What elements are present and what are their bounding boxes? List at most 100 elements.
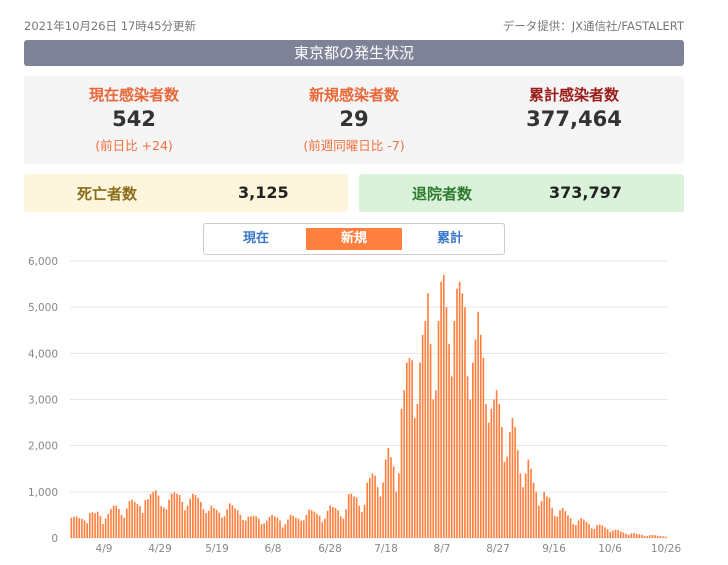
bar <box>355 497 358 538</box>
bar <box>429 344 432 538</box>
bar <box>403 390 405 538</box>
bar <box>218 512 221 538</box>
bar <box>192 493 194 538</box>
bar <box>416 404 419 538</box>
x-axis-ticks: 4/9 4/29 5/19 6/8 6/28 7/18 8/7 8/27 9/16 10/6 10/… <box>96 543 682 555</box>
bar <box>477 311 479 538</box>
bar <box>392 466 395 538</box>
current-cases-stat: 現在感染者数 542 (前日比 +24) <box>24 84 244 154</box>
x-tick-label: 9/16 <box>542 543 566 555</box>
x-tick-label: 4/29 <box>148 543 172 555</box>
total-cases-stat: 累計感染者数 377,464 <box>464 84 684 131</box>
chart-bars <box>70 274 667 539</box>
bar <box>273 516 276 538</box>
bar <box>514 427 516 538</box>
bar <box>538 505 540 538</box>
bar <box>308 509 310 538</box>
bar <box>210 505 213 538</box>
bar <box>297 518 300 538</box>
bar <box>427 293 429 538</box>
bar <box>662 536 664 538</box>
bar <box>279 520 281 538</box>
bar <box>255 516 258 538</box>
update-bar: 2021年10月26日 17時45分更新 データ提供：JX通信社/FASTALE… <box>24 18 684 36</box>
bar <box>590 528 593 538</box>
bar <box>152 491 155 538</box>
bar <box>78 518 81 538</box>
bar <box>358 505 361 538</box>
bar <box>575 525 577 538</box>
bar <box>366 482 368 538</box>
bar <box>104 518 107 538</box>
bar <box>376 487 379 538</box>
bar <box>265 520 268 538</box>
bar <box>664 536 667 538</box>
new-cases-change: (前週同曜日比 -7) <box>303 138 405 153</box>
bar <box>503 461 506 538</box>
tab-total[interactable]: 累計 <box>402 228 498 250</box>
bar <box>604 527 606 538</box>
bar <box>110 508 112 538</box>
data-source: データ提供：JX通信社/FASTALERT <box>502 19 684 33</box>
bar <box>567 515 569 538</box>
bar <box>395 491 398 538</box>
bar <box>387 447 390 538</box>
bar <box>435 390 437 538</box>
bar <box>313 511 316 538</box>
bar <box>614 529 617 538</box>
bar <box>81 518 83 538</box>
bar <box>141 513 144 538</box>
bar <box>131 499 133 538</box>
bar <box>345 509 347 538</box>
bar <box>96 511 99 538</box>
bar <box>530 468 532 538</box>
new-cases-label: 新規感染者数 <box>308 86 399 104</box>
tab-current[interactable]: 現在 <box>208 228 304 250</box>
bar <box>197 497 199 538</box>
bar <box>627 534 630 538</box>
bar <box>247 516 250 538</box>
y-tick-label: 4,000 <box>28 348 58 360</box>
x-tick-label: 6/8 <box>265 543 282 555</box>
bar <box>155 490 157 538</box>
bar <box>551 507 553 538</box>
bar <box>413 417 416 538</box>
bar <box>133 501 136 538</box>
bar <box>350 493 353 538</box>
bar <box>83 520 86 538</box>
bar <box>184 510 186 538</box>
page-title: 東京都の発生状況 <box>24 40 684 66</box>
total-cases-label: 累計感染者数 <box>528 86 619 104</box>
bar <box>651 535 654 538</box>
bar <box>630 533 633 538</box>
bar <box>75 516 78 538</box>
x-tick-label: 10/6 <box>598 543 622 555</box>
bar <box>612 530 614 538</box>
x-tick-label: 10/26 <box>651 543 682 555</box>
bar <box>176 493 178 538</box>
bar <box>490 408 493 538</box>
recovered-label: 退院者数 <box>411 185 472 203</box>
bar <box>136 503 139 538</box>
tab-new[interactable]: 新規 <box>306 228 402 250</box>
bar <box>635 533 638 538</box>
bar <box>281 527 284 538</box>
x-tick-label: 4/9 <box>96 543 113 555</box>
y-axis-ticks: 0 1,000 2,000 3,000 4,000 5,000 6,000 <box>28 256 58 545</box>
bar <box>535 491 538 538</box>
bar <box>258 518 260 538</box>
bar <box>519 473 522 538</box>
bar <box>511 417 514 538</box>
bar <box>448 344 450 538</box>
bar <box>469 399 472 538</box>
bar <box>456 288 458 538</box>
bar <box>102 524 104 538</box>
bar <box>464 307 466 538</box>
bar <box>250 516 252 538</box>
bar <box>118 508 120 538</box>
bar <box>284 524 287 538</box>
bar <box>369 477 371 538</box>
bar <box>559 510 561 538</box>
current-cases-change: (前日比 +24) <box>95 138 173 153</box>
x-tick-label: 5/19 <box>205 543 229 555</box>
